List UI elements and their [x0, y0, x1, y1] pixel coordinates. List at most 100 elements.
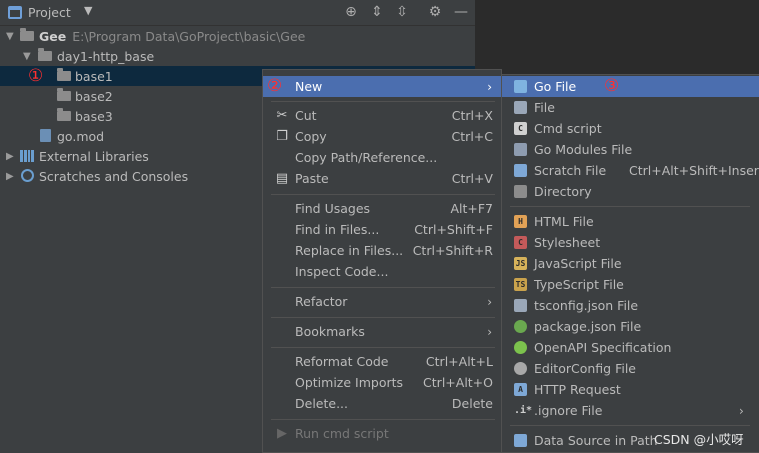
html-file-icon: H	[514, 215, 527, 228]
http-request-icon: A	[514, 383, 527, 396]
menu-item-shortcut: Ctrl+Shift+R	[412, 243, 493, 258]
submenu-item-go-file[interactable]: Go File ③	[502, 76, 759, 97]
menu-item-label: Paste	[295, 171, 329, 186]
minimize-icon[interactable]: —	[452, 3, 470, 21]
menu-item-run-cmd-script[interactable]: ▶ Run cmd script	[263, 423, 501, 444]
submenu-item-label: JavaScript File	[534, 256, 622, 271]
folder-icon	[514, 185, 527, 198]
tsconfig-file-icon	[514, 299, 527, 312]
scratch-file-icon	[514, 164, 527, 177]
menu-item-optimize-imports[interactable]: Optimize Imports Ctrl+Alt+O	[263, 372, 501, 393]
menu-item-label: Find in Files...	[295, 222, 380, 237]
chevron-right-icon[interactable]: ▶	[6, 151, 14, 162]
menu-separator	[271, 287, 495, 288]
context-menu: ② New › ✂ Cut Ctrl+X ❐ Copy Ctrl+C Copy …	[262, 69, 502, 453]
menu-item-shortcut: Ctrl+C	[451, 129, 493, 144]
menu-separator	[510, 425, 750, 426]
menu-item-reformat-code[interactable]: Reformat Code Ctrl+Alt+L	[263, 351, 501, 372]
tree-label: Scratches and Consoles	[39, 168, 189, 184]
menu-item-replace-in-files[interactable]: Replace in Files... Ctrl+Shift+R	[263, 240, 501, 261]
menu-item-label: Copy	[295, 129, 327, 144]
submenu-item-label: package.json File	[534, 319, 642, 334]
menu-item-cut[interactable]: ✂ Cut Ctrl+X	[263, 105, 501, 126]
gear-icon[interactable]: ⚙	[426, 3, 444, 21]
menu-item-paste[interactable]: ▤ Paste Ctrl+V	[263, 168, 501, 189]
submenu-item-directory[interactable]: Directory	[502, 181, 759, 202]
chevron-down-icon[interactable]: ▼	[6, 31, 14, 42]
submenu-item-shortcut: Ctrl+Alt+Shift+Insert	[629, 163, 759, 178]
submenu-item-html-file[interactable]: H HTML File	[502, 211, 759, 232]
menu-item-label: Find Usages	[295, 201, 371, 216]
menu-item-label: Cut	[295, 108, 317, 123]
menu-item-shortcut: Ctrl+V	[451, 171, 493, 186]
submenu-item-label: Go File	[534, 79, 577, 94]
annotation-marker-3: ③	[604, 76, 620, 96]
project-toolbar: Project ▼ ⊕ ⇕ ⇳ ⚙ —	[0, 0, 475, 26]
cmd-script-icon: C	[514, 122, 527, 135]
menu-item-find-in-files[interactable]: Find in Files... Ctrl+Shift+F	[263, 219, 501, 240]
chevron-right-icon: ›	[487, 324, 492, 339]
submenu-item-http-request[interactable]: A HTTP Request	[502, 379, 759, 400]
menu-item-new[interactable]: ② New ›	[263, 76, 501, 97]
menu-item-label: Replace in Files...	[295, 243, 404, 258]
submenu-item-editorconfig-file[interactable]: EditorConfig File	[502, 358, 759, 379]
menu-item-inspect-code[interactable]: Inspect Code...	[263, 261, 501, 282]
submenu-item-package-json-file[interactable]: package.json File	[502, 316, 759, 337]
submenu-item-typescript-file[interactable]: TS TypeScript File	[502, 274, 759, 295]
openapi-icon	[514, 341, 527, 354]
menu-item-refactor[interactable]: Refactor ›	[263, 291, 501, 312]
chevron-right-icon: ›	[487, 79, 492, 94]
project-toolbar-title[interactable]: Project	[28, 5, 71, 20]
chevron-down-icon[interactable]: ▼	[23, 51, 31, 62]
library-icon	[20, 150, 34, 162]
collapse-all-icon[interactable]: ⇳	[393, 3, 411, 21]
submenu-item-scratch-file[interactable]: Scratch File Ctrl+Alt+Shift+Insert	[502, 160, 759, 181]
tree-row-gee[interactable]: ▼ Gee E:\Program Data\GoProject\basic\Gee	[0, 26, 475, 46]
project-window-icon	[8, 6, 22, 19]
menu-separator	[271, 317, 495, 318]
chevron-right-icon[interactable]: ▶	[6, 171, 14, 182]
submenu-item-stylesheet[interactable]: C Stylesheet	[502, 232, 759, 253]
css-file-icon: C	[514, 236, 527, 249]
menu-item-label: Bookmarks	[295, 324, 365, 339]
menu-item-label: Run cmd script	[295, 426, 389, 441]
tree-label: day1-http_base	[57, 48, 155, 64]
chevron-down-icon[interactable]: ▼	[84, 4, 92, 17]
watermark-text: CSDN @小哎呀	[654, 432, 744, 447]
submenu-item-go-modules-file[interactable]: Go Modules File	[502, 139, 759, 160]
database-icon	[514, 434, 527, 447]
menu-separator	[271, 419, 495, 420]
chevron-right-icon: ›	[487, 294, 492, 309]
submenu-item-label: tsconfig.json File	[534, 298, 639, 313]
submenu-item-tsconfig-file[interactable]: tsconfig.json File	[502, 295, 759, 316]
folder-icon	[57, 88, 71, 101]
editorconfig-gear-icon	[514, 362, 527, 375]
javascript-file-icon: JS	[514, 257, 527, 270]
menu-item-shortcut: Delete	[451, 396, 493, 411]
tree-root-path: E:\Program Data\GoProject\basic\Gee	[72, 28, 306, 44]
scratches-icon	[21, 169, 34, 182]
tree-row-day1-http-base[interactable]: ▼ day1-http_base	[0, 46, 475, 66]
expand-all-icon[interactable]: ⇕	[368, 3, 386, 21]
submenu-item-label: Cmd script	[534, 121, 602, 136]
submenu-item-label: HTML File	[534, 214, 594, 229]
menu-item-label: Inspect Code...	[295, 264, 389, 279]
menu-separator	[271, 194, 495, 195]
tree-label: go.mod	[57, 128, 105, 144]
submenu-item-cmd-script[interactable]: C Cmd script	[502, 118, 759, 139]
menu-item-copy-path[interactable]: Copy Path/Reference...	[263, 147, 501, 168]
menu-item-copy[interactable]: ❐ Copy Ctrl+C	[263, 126, 501, 147]
submenu-item-ignore-file[interactable]: .i* .ignore File ›	[502, 400, 759, 421]
submenu-item-label: HTTP Request	[534, 382, 621, 397]
menu-item-delete[interactable]: Delete... Delete	[263, 393, 501, 414]
menu-item-bookmarks[interactable]: Bookmarks ›	[263, 321, 501, 342]
folder-icon	[57, 68, 71, 81]
submenu-item-file[interactable]: File	[502, 97, 759, 118]
submenu-item-openapi-spec[interactable]: OpenAPI Specification	[502, 337, 759, 358]
menu-item-label: Refactor	[295, 294, 348, 309]
locate-target-icon[interactable]: ⊕	[342, 3, 360, 21]
menu-item-find-usages[interactable]: Find Usages Alt+F7	[263, 198, 501, 219]
package-json-file-icon	[514, 320, 527, 333]
submenu-item-javascript-file[interactable]: JS JavaScript File	[502, 253, 759, 274]
file-icon	[514, 101, 527, 114]
